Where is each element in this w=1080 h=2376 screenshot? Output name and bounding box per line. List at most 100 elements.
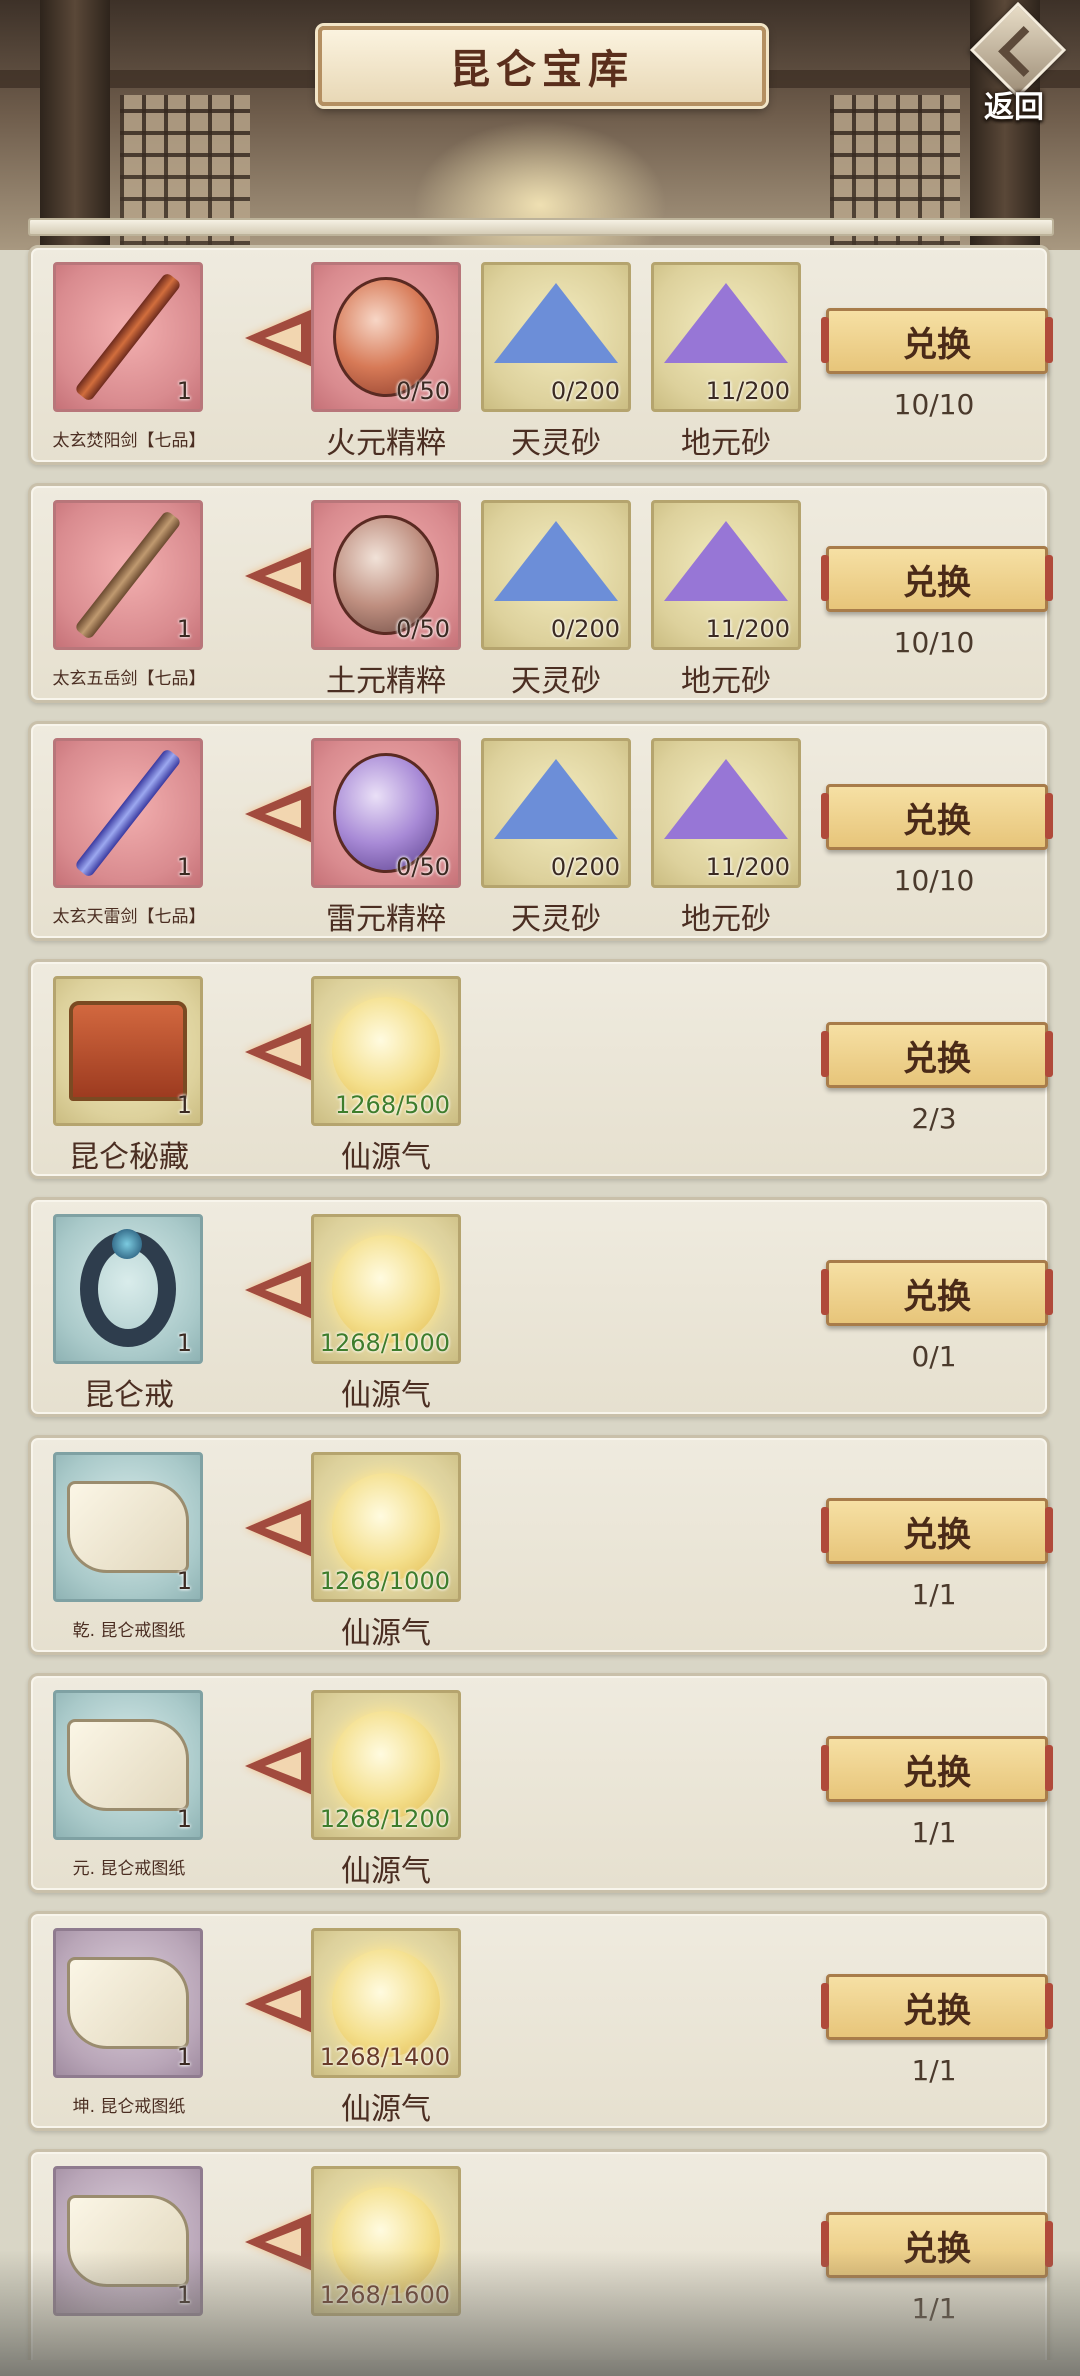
thunder-sword-icon <box>73 747 183 879</box>
cost-progress: 11/200 <box>705 377 790 405</box>
exchange-button[interactable]: 兑换 <box>821 1974 1053 2040</box>
exchange-row: 1 太玄焚阳剑【七品】 0/50 火元精粹 0/200 天灵砂 11/200 地元砂 兑换 10/… <box>28 245 1053 465</box>
exchange-arrow-icon <box>245 1260 315 1320</box>
sky-sand-icon <box>494 520 618 601</box>
exchange-row: 1 元. 昆仑戒图纸 1268/1200 仙源气 兑换 1/1 <box>28 1673 1053 1893</box>
reward-item-name: 昆仑秘藏 <box>69 1140 189 1175</box>
reward-item-slot[interactable]: 1 <box>53 262 203 412</box>
cost-item-slot[interactable]: 11/200 <box>651 738 801 888</box>
scroll-icon <box>67 1481 189 1573</box>
cost-progress: 1268/500 <box>335 1091 450 1119</box>
cost-item-slot[interactable]: 11/200 <box>651 262 801 412</box>
cost-item-name: 仙源气 <box>341 1378 431 1413</box>
immortal-qi-orb-icon <box>332 2187 440 2295</box>
reward-item-name: 太玄天雷剑【七品】 <box>52 907 206 927</box>
scroll-icon <box>67 1719 189 1811</box>
cost-item-slot[interactable]: 0/50 <box>311 738 461 888</box>
earth-sand-icon <box>664 282 788 363</box>
back-button[interactable]: 返回 <box>962 1 1067 125</box>
cost-item-name: 火元精粹 <box>326 426 446 461</box>
immortal-qi-orb-icon <box>332 1235 440 1343</box>
cost-item-slot[interactable]: 0/200 <box>481 738 631 888</box>
immortal-qi-orb-icon <box>332 1473 440 1581</box>
exchange-limit: 10/10 <box>893 626 975 659</box>
exchange-button[interactable]: 兑换 <box>821 1022 1053 1088</box>
exchange-row: 1 1268/1600 兑换 1/1 <box>28 2149 1053 2360</box>
exchange-row: 1 乾. 昆仑戒图纸 1268/1000 仙源气 兑换 1/1 <box>28 1435 1053 1655</box>
exchange-button[interactable]: 兑换 <box>821 308 1053 374</box>
cost-progress: 11/200 <box>705 615 790 643</box>
cost-item-slot[interactable]: 1268/1600 <box>311 2166 461 2316</box>
cost-item-slot[interactable]: 1268/1400 <box>311 1928 461 2078</box>
reward-item-slot[interactable]: 1 <box>53 1928 203 2078</box>
cost-item-slot[interactable]: 0/200 <box>481 262 631 412</box>
exchange-arrow-icon <box>245 1736 315 1796</box>
cost-item-slot[interactable]: 1268/1000 <box>311 1452 461 1602</box>
reward-quantity: 1 <box>176 2043 192 2071</box>
exchange-limit: 1/1 <box>911 2292 957 2325</box>
reward-item-slot[interactable]: 1 <box>53 1214 203 1364</box>
cost-item-slot[interactable]: 0/50 <box>311 500 461 650</box>
cost-item-slot[interactable]: 11/200 <box>651 500 801 650</box>
cost-item-slot[interactable]: 1268/500 <box>311 976 461 1126</box>
exchange-list[interactable]: 1 太玄焚阳剑【七品】 0/50 火元精粹 0/200 天灵砂 11/200 地元砂 兑换 10/… <box>0 245 1080 2360</box>
cost-item-name: 仙源气 <box>341 1616 431 1651</box>
exchange-button[interactable]: 兑换 <box>821 1498 1053 1564</box>
cost-item-name: 土元精粹 <box>326 664 446 699</box>
cost-item-name: 天灵砂 <box>511 664 601 699</box>
reward-item-slot[interactable]: 1 <box>53 976 203 1126</box>
sky-sand-icon <box>494 282 618 363</box>
exchange-row: 1 坤. 昆仑戒图纸 1268/1400 仙源气 兑换 1/1 <box>28 1911 1053 2131</box>
cost-progress: 1268/1000 <box>319 1567 450 1595</box>
cost-progress: 1268/1000 <box>319 1329 450 1357</box>
cost-item-slot[interactable]: 0/200 <box>481 500 631 650</box>
scroll-icon <box>67 1957 189 2049</box>
reward-quantity: 1 <box>176 1567 192 1595</box>
reward-item-slot[interactable]: 1 <box>53 1690 203 1840</box>
cost-item-name: 雷元精粹 <box>326 902 446 937</box>
exchange-button[interactable]: 兑换 <box>821 1260 1053 1326</box>
exchange-arrow-icon <box>245 784 315 844</box>
page-title: 昆仑宝库 <box>450 47 634 93</box>
reward-item-name: 坤. 昆仑戒图纸 <box>72 2097 186 2117</box>
earth-sand-icon <box>664 758 788 839</box>
immortal-qi-orb-icon <box>332 1949 440 2057</box>
cost-item-name: 地元砂 <box>681 902 771 937</box>
cost-item-name: 地元砂 <box>681 664 771 699</box>
cost-progress: 0/50 <box>396 615 450 643</box>
exchange-button[interactable]: 兑换 <box>821 546 1053 612</box>
immortal-qi-orb-icon <box>332 997 440 1105</box>
cost-item-name: 天灵砂 <box>511 426 601 461</box>
exchange-button[interactable]: 兑换 <box>821 2212 1053 2278</box>
reward-quantity: 1 <box>176 853 192 881</box>
ring-icon <box>80 1229 176 1347</box>
reward-item-name: 乾. 昆仑戒图纸 <box>72 1621 186 1641</box>
exchange-row: 1 昆仑戒 1268/1000 仙源气 兑换 0/1 <box>28 1197 1053 1417</box>
reward-quantity: 1 <box>176 1329 192 1357</box>
exchange-limit: 1/1 <box>911 1578 957 1611</box>
reward-item-slot[interactable]: 1 <box>53 500 203 650</box>
exchange-button[interactable]: 兑换 <box>821 1736 1053 1802</box>
reward-item-name: 元. 昆仑戒图纸 <box>72 1859 186 1879</box>
reward-item-slot[interactable]: 1 <box>53 1452 203 1602</box>
exchange-button[interactable]: 兑换 <box>821 784 1053 850</box>
cost-item-slot[interactable]: 0/50 <box>311 262 461 412</box>
cost-progress: 11/200 <box>705 853 790 881</box>
fire-sword-icon <box>73 271 183 403</box>
earth-sand-icon <box>664 520 788 601</box>
cost-item-name: 仙源气 <box>341 1140 431 1175</box>
cost-progress: 1268/1600 <box>319 2281 450 2309</box>
exchange-limit: 2/3 <box>911 1102 957 1135</box>
treasure-chest-icon <box>69 1001 187 1101</box>
reward-quantity: 1 <box>176 1805 192 1833</box>
reward-item-slot[interactable]: 1 <box>53 2166 203 2316</box>
reward-item-slot[interactable]: 1 <box>53 738 203 888</box>
cost-progress: 0/50 <box>396 377 450 405</box>
cost-item-slot[interactable]: 1268/1200 <box>311 1690 461 1840</box>
exchange-arrow-icon <box>245 308 315 368</box>
reward-quantity: 1 <box>176 2281 192 2309</box>
exchange-arrow-icon <box>245 2212 315 2272</box>
cost-item-slot[interactable]: 1268/1000 <box>311 1214 461 1364</box>
reward-quantity: 1 <box>176 615 192 643</box>
reward-quantity: 1 <box>176 377 192 405</box>
